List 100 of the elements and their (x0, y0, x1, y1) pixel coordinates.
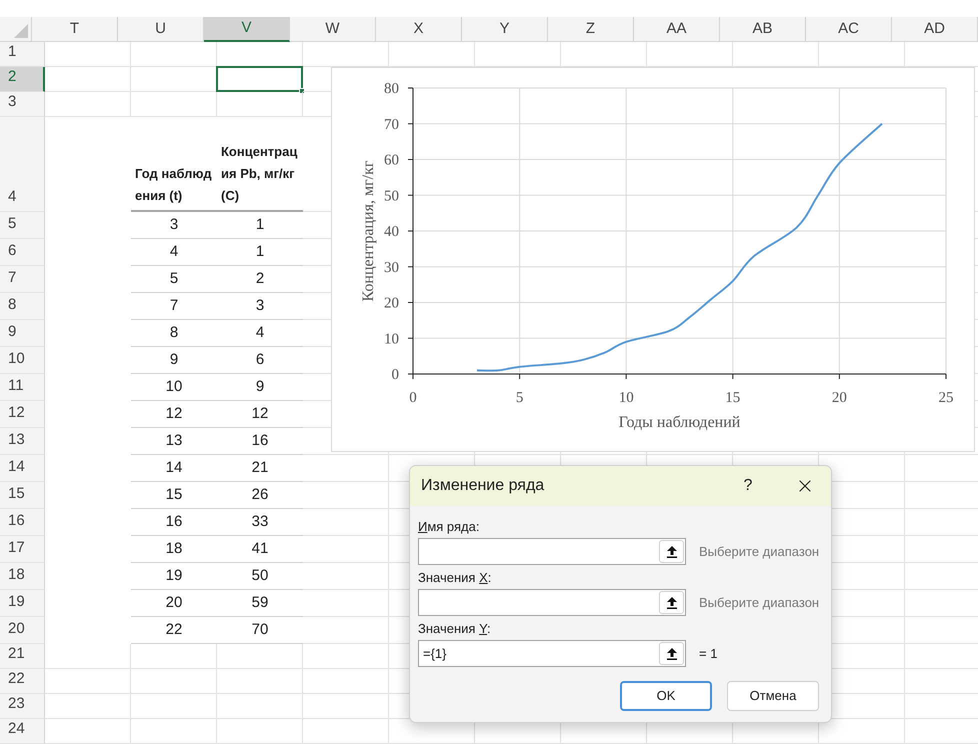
row-header[interactable]: 3 (0, 92, 45, 117)
grid-cell[interactable]: 6 (217, 347, 303, 374)
range-select-button[interactable] (659, 540, 684, 563)
grid-cell[interactable]: 20 (131, 590, 217, 617)
grid-cell[interactable]: 8 (131, 320, 217, 347)
grid-cell[interactable]: 4 (217, 320, 303, 347)
row-header[interactable]: 19 (0, 590, 45, 617)
column-header[interactable]: AB (720, 17, 806, 42)
row-header[interactable]: 24 (0, 719, 45, 744)
grid-cell[interactable]: 9 (131, 347, 217, 374)
row-header[interactable]: 18 (0, 563, 45, 590)
row-header[interactable]: 15 (0, 482, 45, 509)
column-header[interactable]: AC (806, 17, 892, 42)
column-header[interactable]: U (118, 17, 204, 42)
grid-cell[interactable]: 5 (131, 266, 217, 293)
table-cell-text: 10 (166, 376, 182, 397)
range-select-button[interactable] (659, 591, 684, 614)
table-cell-text: 4 (256, 322, 264, 343)
grid-cell[interactable]: 3 (217, 293, 303, 320)
table-cell-text: 7 (170, 296, 178, 316)
grid-cell[interactable]: 16 (217, 428, 303, 455)
row-header[interactable]: 2 (0, 67, 45, 92)
grid-cell[interactable]: 2 (217, 266, 303, 293)
grid-cell[interactable]: 16 (131, 509, 217, 536)
table-cell-text: 8 (170, 322, 178, 343)
y-tick-label: 50 (384, 188, 399, 204)
column-header[interactable]: T (32, 17, 118, 42)
grid-cell[interactable]: Год наблюдения (t) (131, 117, 217, 212)
range-input-field[interactable] (418, 589, 686, 616)
row-header[interactable]: 1 (0, 42, 45, 67)
grid-cell[interactable]: 3 (131, 212, 217, 239)
grid-cell[interactable]: 33 (217, 509, 303, 536)
grid-cell[interactable]: 14 (131, 455, 217, 482)
help-button[interactable]: ? (733, 474, 763, 498)
grid-cell[interactable]: 59 (217, 590, 303, 617)
row-header[interactable]: 11 (0, 374, 45, 401)
y-axis-title: Концентрация, мг/кг (360, 160, 377, 302)
grid-cell[interactable]: 7 (131, 293, 217, 320)
column-header[interactable]: AD (892, 17, 978, 42)
range-input-field[interactable]: ={1} (418, 640, 686, 667)
row-header[interactable]: 20 (0, 617, 45, 644)
grid-cell[interactable]: 10 (131, 374, 217, 401)
row-header[interactable]: 4 (0, 117, 45, 212)
row-header[interactable]: 17 (0, 536, 45, 563)
column-header[interactable]: Y (462, 17, 548, 42)
row-header[interactable]: 9 (0, 320, 45, 347)
grid-cell[interactable]: 22 (131, 617, 217, 644)
y-tick-label: 80 (384, 81, 399, 97)
y-tick-label: 70 (384, 116, 399, 133)
field-label: Имя ряда: (418, 518, 480, 536)
x-tick-label: 20 (832, 390, 847, 406)
row-header[interactable]: 5 (0, 212, 45, 239)
table-cell-text: 15 (166, 484, 182, 505)
grid-cell[interactable]: 21 (217, 455, 303, 482)
table-cell-text: 12 (166, 404, 182, 424)
range-input-field[interactable] (418, 538, 686, 565)
row-header[interactable]: 6 (0, 239, 45, 266)
grid-cell[interactable]: 1 (217, 212, 303, 239)
select-all-corner[interactable] (0, 17, 32, 42)
row-header[interactable]: 12 (0, 401, 45, 428)
grid-cell[interactable]: 9 (217, 374, 303, 401)
grid-cell[interactable]: 15 (131, 482, 217, 509)
column-header[interactable]: X (376, 17, 462, 42)
row-header[interactable]: 10 (0, 347, 45, 374)
grid-cell[interactable]: 26 (217, 482, 303, 509)
row-header[interactable]: 23 (0, 694, 45, 719)
row-header[interactable]: 16 (0, 509, 45, 536)
row-header[interactable]: 22 (0, 669, 45, 694)
row-header[interactable]: 7 (0, 266, 45, 293)
table-cell-text: 9 (256, 376, 264, 397)
row-header[interactable]: 13 (0, 428, 45, 455)
grid-cell[interactable]: 13 (131, 428, 217, 455)
table-cell-text: 2 (256, 268, 264, 289)
dialog-button[interactable]: Отмена (727, 681, 819, 711)
table-cell-text: 13 (166, 430, 182, 451)
row-header[interactable]: 8 (0, 293, 45, 320)
table-cell-text: 20 (166, 592, 182, 613)
grid-cell[interactable]: 18 (131, 536, 217, 563)
row-header[interactable]: 14 (0, 455, 45, 482)
column-header[interactable]: AA (634, 17, 720, 42)
row-header[interactable]: 21 (0, 644, 45, 669)
grid-cell[interactable]: 41 (217, 536, 303, 563)
grid-cell[interactable]: 1 (217, 239, 303, 266)
grid-cell[interactable]: 12 (217, 401, 303, 428)
grid-cell[interactable]: 70 (217, 617, 303, 644)
column-header[interactable]: V (204, 17, 290, 42)
grid-cell[interactable]: 4 (131, 239, 217, 266)
y-tick-label: 0 (392, 367, 399, 383)
field-label: Значения Y: (418, 620, 492, 638)
grid-cell[interactable]: Концентрация Pb, мг/кг (C) (217, 117, 303, 212)
column-header[interactable]: Z (548, 17, 634, 42)
table-cell-text: 26 (252, 484, 268, 505)
column-header[interactable]: W (290, 17, 376, 42)
grid-cell[interactable]: 12 (131, 401, 217, 428)
range-select-button[interactable] (659, 642, 684, 665)
table-cell-text: 9 (170, 350, 178, 370)
grid-cell[interactable]: 19 (131, 563, 217, 590)
dialog-button[interactable]: OK (620, 681, 712, 711)
table-cell-text: 22 (166, 620, 182, 640)
grid-cell[interactable]: 50 (217, 563, 303, 590)
